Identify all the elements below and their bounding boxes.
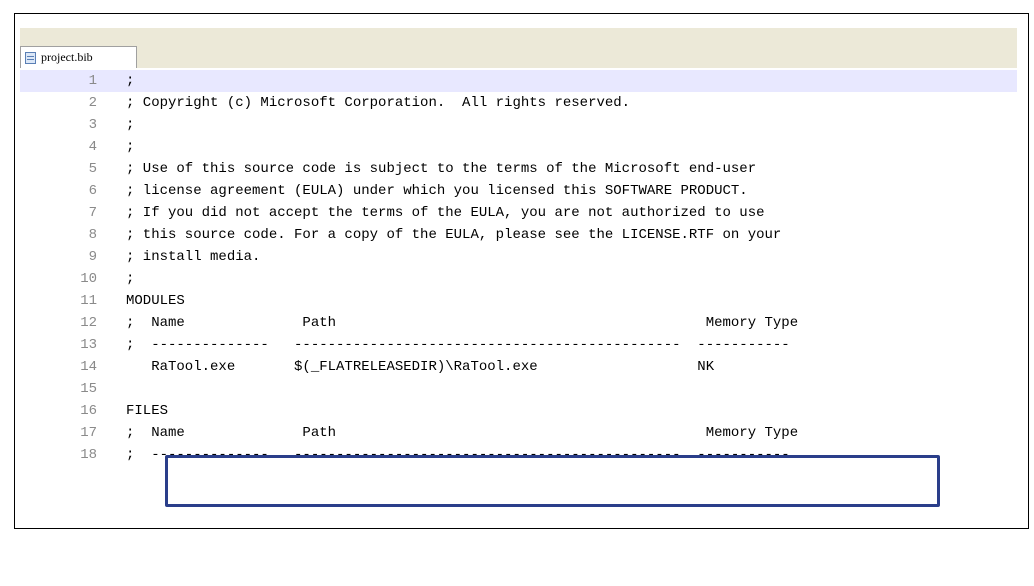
code-text: ; bbox=[126, 117, 135, 133]
code-line[interactable]: 12 ; Name Path Memory Type bbox=[20, 312, 1017, 334]
code-line[interactable]: 14 RaTool.exe $(_FLATRELEASEDIR)\RaTool.… bbox=[20, 356, 1017, 378]
code-line[interactable]: 16 FILES bbox=[20, 400, 1017, 422]
code-line[interactable]: 1; bbox=[20, 70, 1017, 92]
code-line[interactable]: 15 bbox=[20, 378, 1017, 400]
code-text: ; bbox=[126, 139, 135, 155]
line-number: 14 bbox=[80, 359, 97, 375]
line-number: 10 bbox=[80, 271, 97, 287]
code-line[interactable]: 5 ; Use of this source code is subject to… bbox=[20, 158, 1017, 180]
line-number: 11 bbox=[80, 293, 97, 309]
line-number: 17 bbox=[80, 425, 97, 441]
tab-bar: project.bib bbox=[20, 28, 1017, 69]
code-text: ; this source code. For a copy of the EU… bbox=[126, 227, 782, 243]
code-text: ; bbox=[126, 73, 135, 89]
line-number: 5 bbox=[88, 161, 97, 177]
code-text: ; -------------- -----------------------… bbox=[126, 337, 790, 353]
code-text: ; bbox=[126, 271, 135, 287]
line-number: 1 bbox=[88, 73, 97, 89]
line-number: 16 bbox=[80, 403, 97, 419]
code-text: ; Name Path Memory Type bbox=[126, 425, 799, 441]
code-text: ; install media. bbox=[126, 249, 261, 265]
line-number: 15 bbox=[80, 381, 97, 397]
code-line[interactable]: 11 MODULES bbox=[20, 290, 1017, 312]
code-text: MODULES bbox=[126, 293, 185, 309]
code-line[interactable]: 17 ; Name Path Memory Type bbox=[20, 422, 1017, 444]
code-line[interactable]: 3; bbox=[20, 114, 1017, 136]
code-text: FILES bbox=[126, 403, 169, 419]
code-text: ; license agreement (EULA) under which y… bbox=[126, 183, 748, 199]
code-line[interactable]: 9 ; install media. bbox=[20, 246, 1017, 268]
line-number: 3 bbox=[88, 117, 97, 133]
code-line[interactable]: 4; bbox=[20, 136, 1017, 158]
code-line[interactable]: 8 ; this source code. For a copy of the E… bbox=[20, 224, 1017, 246]
code-text: ; Copyright (c) Microsoft Corporation. A… bbox=[126, 95, 631, 111]
code-text: ; If you did not accept the terms of the… bbox=[126, 205, 765, 221]
code-editor[interactable]: 1; 2 ; Copyright (c) Microsoft Corporation… bbox=[20, 68, 1017, 516]
highlight-annotation-box bbox=[165, 455, 940, 507]
line-number: 13 bbox=[80, 337, 97, 353]
code-line[interactable]: 2 ; Copyright (c) Microsoft Corporation. … bbox=[20, 92, 1017, 114]
code-line[interactable]: 6 ; license agreement (EULA) under which … bbox=[20, 180, 1017, 202]
tab-label: project.bib bbox=[41, 50, 93, 64]
code-line[interactable]: 7 ; If you did not accept the terms of th… bbox=[20, 202, 1017, 224]
document-icon bbox=[25, 51, 36, 64]
code-text: ; Name Path Memory Type bbox=[126, 315, 799, 331]
tab-project-bib[interactable]: project.bib bbox=[20, 46, 137, 68]
code-line[interactable]: 10; bbox=[20, 268, 1017, 290]
code-line[interactable]: 13 ; -------------- ---------------------… bbox=[20, 334, 1017, 356]
line-number: 9 bbox=[88, 249, 97, 265]
line-number: 4 bbox=[88, 139, 97, 155]
code-text: RaTool.exe $(_FLATRELEASEDIR)\RaTool.exe… bbox=[126, 359, 715, 375]
line-number: 2 bbox=[88, 95, 97, 111]
line-number: 7 bbox=[88, 205, 97, 221]
line-number: 6 bbox=[88, 183, 97, 199]
line-number: 18 bbox=[80, 447, 97, 463]
line-number: 8 bbox=[88, 227, 97, 243]
code-text: ; Use of this source code is subject to … bbox=[126, 161, 757, 177]
line-number: 12 bbox=[80, 315, 97, 331]
